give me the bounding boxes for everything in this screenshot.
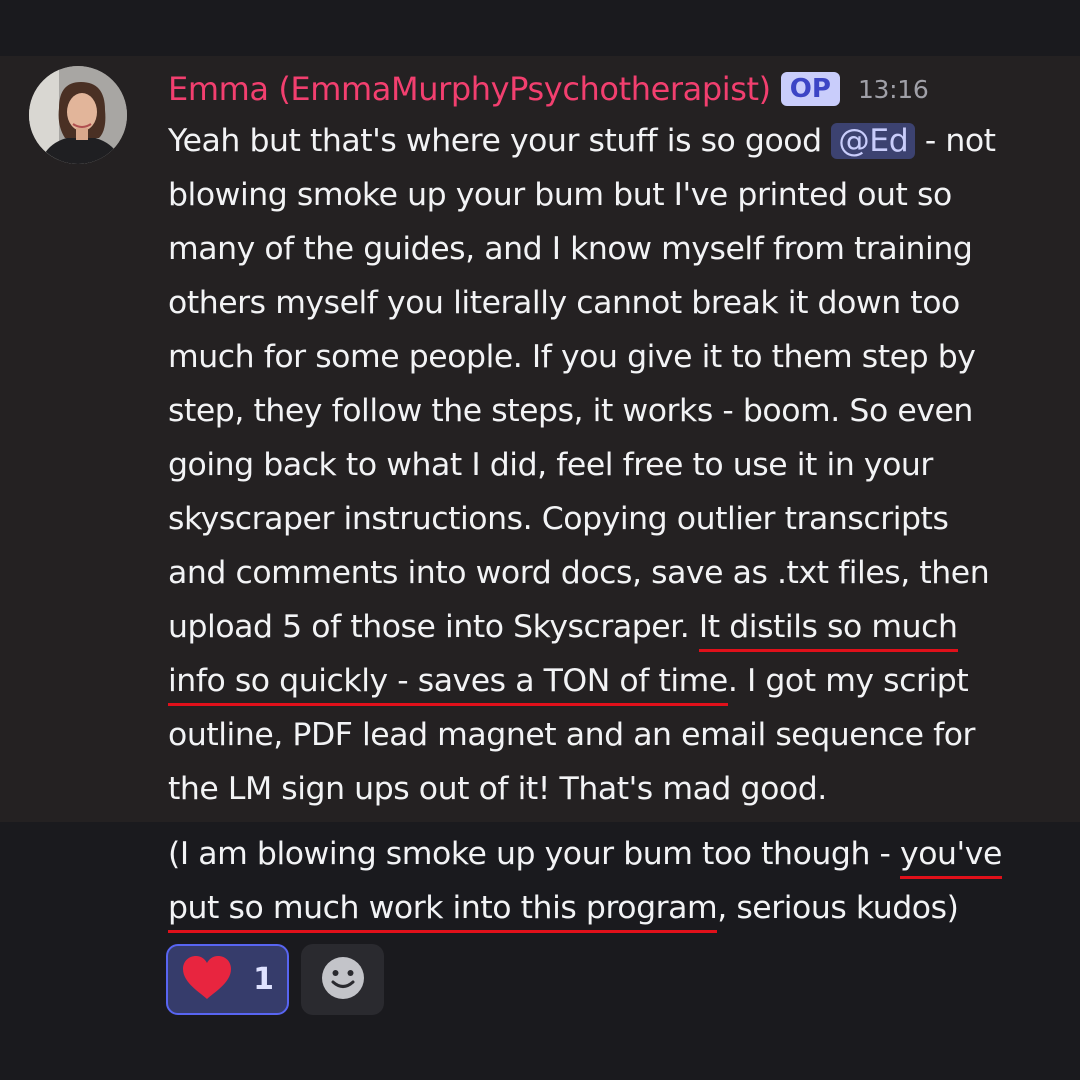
op-badge: OP	[780, 72, 840, 106]
message-line: info so quickly - saves a TON of time. I…	[168, 654, 1073, 708]
followup-line: put so much work into this program, seri…	[168, 881, 1073, 935]
message-line: outline, PDF lead magnet and an email se…	[168, 717, 976, 753]
text-segment: , serious kudos)	[717, 890, 959, 926]
text-segment: - not	[915, 123, 996, 159]
text-segment: Yeah but that's where your stuff is so g…	[168, 123, 832, 159]
message-line: blowing smoke up your bum but I've print…	[168, 177, 952, 213]
message-line: others myself you literally cannot break…	[168, 285, 960, 321]
message-followup-content: (I am blowing smoke up your bum too thou…	[168, 827, 1073, 935]
message-header: Emma (EmmaMurphyPsychotherapist) OP 13:1…	[168, 64, 929, 114]
smiley-icon	[321, 956, 365, 1004]
add-reaction-button[interactable]	[301, 944, 384, 1015]
top-strip	[0, 0, 1080, 56]
message-line: step, they follow the steps, it works - …	[168, 393, 973, 429]
message-line: going back to what I did, feel free to u…	[168, 447, 933, 483]
mention-ed[interactable]: @Ed	[831, 123, 916, 159]
message-line: and comments into word docs, save as .tx…	[168, 555, 990, 591]
message-line: many of the guides, and I know myself fr…	[168, 231, 973, 267]
text-segment: . I got my script	[727, 663, 969, 699]
reaction-heart-button[interactable]: 1	[166, 944, 289, 1015]
message-content: Yeah but that's where your stuff is so g…	[168, 114, 1073, 816]
text-segment: (I am blowing smoke up your bum too thou…	[168, 836, 901, 872]
reactions-bar: 1	[166, 944, 384, 1015]
underlined-text: put so much work into this program	[168, 890, 718, 933]
reaction-count: 1	[253, 962, 274, 997]
text-segment: upload 5 of those into Skyscraper.	[168, 609, 699, 645]
username[interactable]: Emma (EmmaMurphyPsychotherapist)	[168, 70, 771, 108]
message-line: the LM sign ups out of it! That's mad go…	[168, 771, 827, 807]
message-line: skyscraper instructions. Copying outlier…	[168, 501, 949, 537]
followup-line: (I am blowing smoke up your bum too thou…	[168, 827, 1073, 881]
message-line: upload 5 of those into Skyscraper. It di…	[168, 600, 1073, 654]
underlined-text: info so quickly - saves a TON of time	[168, 663, 728, 706]
heart-icon	[181, 955, 233, 1005]
underlined-text: you've	[900, 836, 1002, 879]
avatar[interactable]	[29, 66, 127, 164]
timestamp[interactable]: 13:16	[858, 75, 929, 104]
underlined-text: It distils so much	[698, 609, 958, 652]
message-line: much for some people. If you give it to …	[168, 339, 976, 375]
message-line: Yeah but that's where your stuff is so g…	[168, 114, 1073, 168]
